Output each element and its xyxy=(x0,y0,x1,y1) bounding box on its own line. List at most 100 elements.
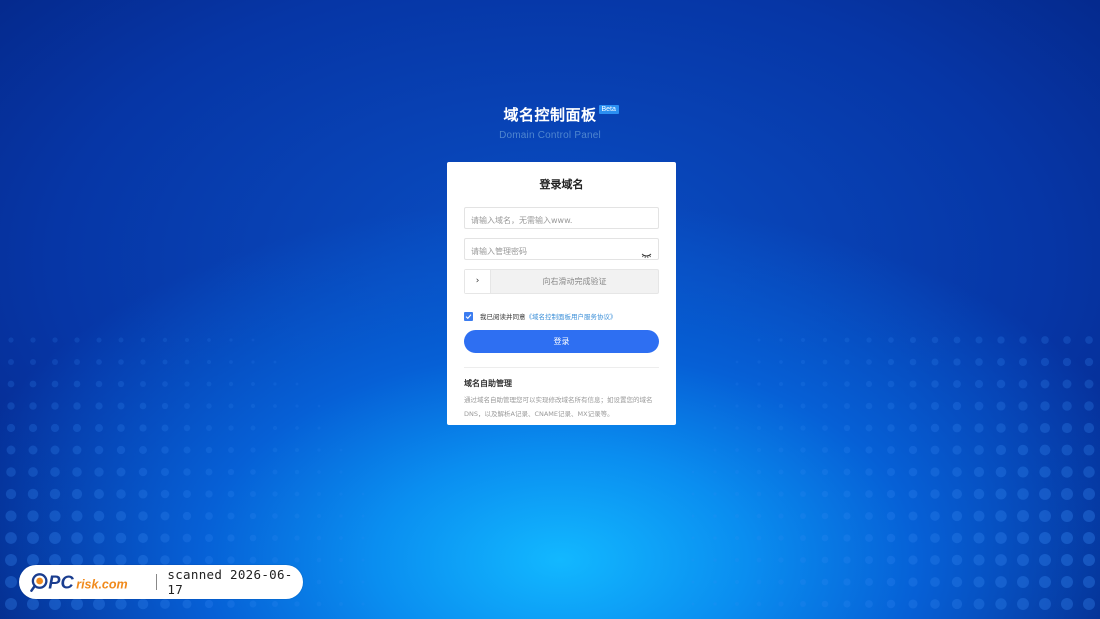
background-dot xyxy=(908,555,918,565)
background-dot xyxy=(757,404,761,408)
background-dot xyxy=(272,447,278,453)
background-dot xyxy=(930,467,940,477)
background-dot xyxy=(94,445,104,455)
slide-verify: › 向右滑动完成验证 xyxy=(464,269,659,294)
domain-input[interactable] xyxy=(465,210,658,231)
background-dot xyxy=(96,359,102,365)
background-dot xyxy=(843,468,851,476)
background-dot xyxy=(865,534,873,542)
background-dot xyxy=(930,489,940,499)
slider-text: 向右滑动完成验证 xyxy=(542,277,607,286)
background-dot xyxy=(1017,466,1029,478)
background-dot xyxy=(51,358,59,366)
background-dot xyxy=(317,470,321,474)
background-dot xyxy=(713,580,717,584)
background-dot xyxy=(1039,554,1051,566)
background-dot xyxy=(909,336,917,344)
background-dot xyxy=(205,512,213,520)
background-dot xyxy=(995,510,1007,522)
background-dot xyxy=(756,557,762,563)
background-dot xyxy=(886,577,896,587)
background-dot xyxy=(779,360,783,364)
divider xyxy=(464,367,659,368)
agreement-link[interactable]: 《域名控制面板用户服务协议》 xyxy=(526,311,617,321)
background-dot xyxy=(1040,379,1050,389)
background-dot xyxy=(339,470,343,474)
background-dot xyxy=(115,510,127,522)
background-dot xyxy=(74,337,80,343)
background-dot xyxy=(5,598,17,610)
background-dot xyxy=(1039,598,1051,610)
background-dot xyxy=(361,492,365,496)
background-dot xyxy=(931,380,939,388)
background-dot xyxy=(227,556,235,564)
background-dot xyxy=(251,360,255,364)
background-dot xyxy=(691,492,695,496)
beta-badge: Beta xyxy=(598,105,619,114)
background-dot xyxy=(29,402,37,410)
background-dot xyxy=(273,382,277,386)
background-dot xyxy=(951,554,963,566)
background-dot xyxy=(1062,379,1072,389)
background-dot xyxy=(228,403,234,409)
background-dot xyxy=(995,576,1007,588)
background-dot xyxy=(756,447,762,453)
background-dot xyxy=(1083,422,1095,434)
background-dot xyxy=(713,470,717,474)
background-dot xyxy=(975,336,983,344)
background-dot xyxy=(821,468,829,476)
background-dot xyxy=(139,402,147,410)
background-dot xyxy=(1041,336,1049,344)
background-dot xyxy=(5,554,17,566)
background-dot xyxy=(843,424,851,432)
background-dot xyxy=(140,359,146,365)
password-input[interactable] xyxy=(465,241,658,262)
background-dot xyxy=(800,425,806,431)
background-dot xyxy=(931,358,939,366)
background-dot xyxy=(204,599,214,609)
background-dot xyxy=(50,445,60,455)
background-dot xyxy=(249,490,257,498)
background-dot xyxy=(182,555,192,565)
agreement-checkbox[interactable] xyxy=(464,311,473,321)
background-dot xyxy=(94,467,104,477)
background-dot xyxy=(735,426,739,430)
background-dot xyxy=(249,534,257,542)
background-dot xyxy=(273,404,277,408)
background-dot xyxy=(5,510,17,522)
background-dot xyxy=(116,467,126,477)
background-dot xyxy=(691,580,695,584)
background-dot xyxy=(8,359,14,365)
background-dot xyxy=(227,468,235,476)
background-dot xyxy=(822,425,828,431)
background-dot xyxy=(205,446,213,454)
background-dot xyxy=(183,424,191,432)
background-dot xyxy=(316,513,322,519)
background-dot xyxy=(1017,532,1029,544)
background-dot xyxy=(865,490,873,498)
background-dot xyxy=(844,381,850,387)
background-dot xyxy=(250,447,256,453)
background-dot xyxy=(886,467,896,477)
background-dot xyxy=(821,512,829,520)
chevron-right-icon[interactable]: › xyxy=(465,270,491,293)
background-dot xyxy=(28,445,38,455)
background-dot xyxy=(996,423,1006,433)
background-dot xyxy=(339,514,343,518)
background-dot xyxy=(757,338,761,342)
eye-closed-icon[interactable] xyxy=(641,245,652,259)
background-dot xyxy=(778,403,784,409)
background-dot xyxy=(843,578,851,586)
login-button[interactable]: 登录 xyxy=(464,330,659,353)
background-dot xyxy=(973,576,985,588)
background-dot xyxy=(93,510,105,522)
background-dot xyxy=(930,533,940,543)
background-dot xyxy=(908,489,918,499)
background-dot xyxy=(691,602,695,606)
background-dot xyxy=(1017,554,1029,566)
login-card: 登录域名 › 向右滑动完成验证 xyxy=(447,162,676,425)
background-dot xyxy=(95,424,103,432)
background-dot xyxy=(206,425,212,431)
background-dot xyxy=(228,447,234,453)
login-page: 域名控制面板 Beta Domain Control Panel 登录域名 请输… xyxy=(0,0,1100,619)
